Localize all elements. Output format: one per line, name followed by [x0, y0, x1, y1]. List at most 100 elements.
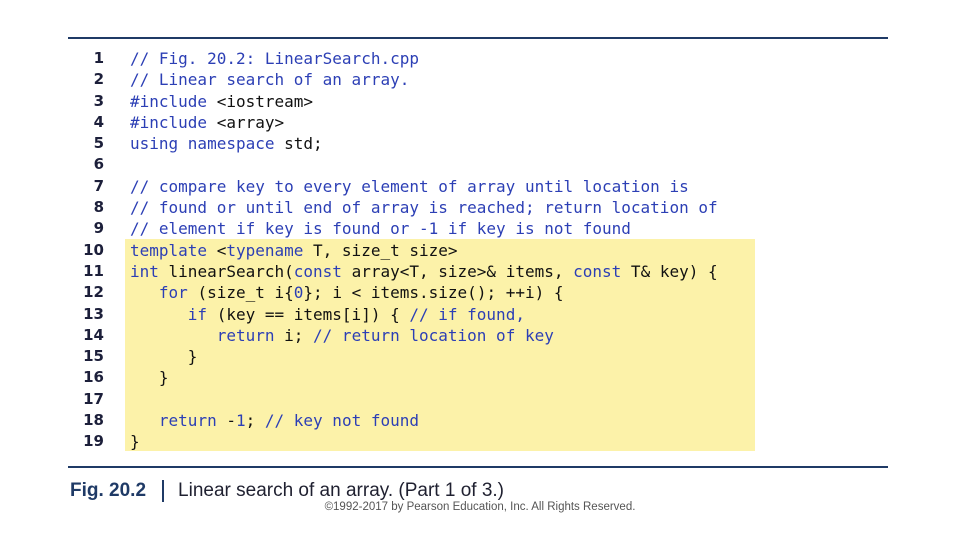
code-token: T, size_t size> [303, 240, 458, 260]
code-line: 18 return -1; // key not found [70, 410, 770, 431]
code-token: < [207, 240, 227, 260]
code-token: array<T, size>& items, [341, 261, 574, 281]
line-number: 6 [93, 155, 104, 174]
code-line: 12 for (size_t i{0}; i < items.size(); +… [70, 282, 770, 303]
code-token: - [216, 411, 236, 431]
code-token: } [130, 432, 140, 452]
code-comment: // compare key to every element of array… [130, 176, 689, 196]
line-number: 1 [93, 49, 104, 67]
code-text: int linearSearch(const array<T, size>& i… [130, 261, 718, 282]
code-line: 5 using namespace std; [70, 133, 770, 154]
code-text: for (size_t i{0}; i < items.size(); ++i)… [130, 282, 564, 303]
code-line: 2 // Linear search of an array. [70, 69, 770, 90]
code-text: // found or until end of array is reache… [130, 197, 718, 218]
caption-text: Linear search of an array. (Part 1 of 3.… [178, 480, 504, 501]
code-token: }; i < items.size(); ++i) { [303, 283, 564, 303]
code-line: 8 // found or until end of array is reach… [70, 197, 770, 218]
code-line: 10 template <typename T, size_t size> [70, 240, 770, 261]
code-token: i; [274, 325, 314, 345]
code-text: #include <array> [130, 112, 284, 133]
code-text: // Linear search of an array. [130, 69, 409, 90]
code-text: template <typename T, size_t size> [130, 240, 458, 261]
line-number: 15 [83, 347, 104, 366]
code-line: 19} [70, 431, 770, 452]
line-number: 19 [83, 432, 104, 451]
code-keyword: return [216, 325, 275, 345]
code-text: return -1; // key not found [130, 410, 419, 431]
line-number: 3 [93, 91, 104, 110]
line-number: 7 [93, 176, 104, 195]
code-token: T& key) { [621, 261, 718, 281]
line-number: 4 [93, 112, 104, 131]
line-number: 12 [83, 283, 104, 302]
code-line: 4 #include <array> [70, 112, 770, 133]
code-line: 9 // element if key is found or -1 if key… [70, 218, 770, 239]
code-keyword: for [158, 283, 188, 303]
code-comment: // found or until end of array is reache… [130, 198, 718, 218]
code-listing: 1 // Fig. 20.2: LinearSearch.cpp 2 // Linea… [70, 48, 770, 453]
code-line: 7 // compare key to every element of arra… [70, 176, 770, 197]
code-line: 15 } [70, 346, 770, 367]
code-line: 13 if (key == items[i]) { // if found, [70, 304, 770, 325]
code-line: 1 // Fig. 20.2: LinearSearch.cpp [70, 48, 770, 69]
code-line: 17 [70, 389, 770, 410]
code-token: <iostream> [207, 91, 314, 111]
line-number: 10 [83, 240, 104, 259]
line-number: 14 [83, 325, 104, 344]
code-token: } [130, 368, 169, 388]
line-number: 17 [83, 389, 104, 408]
code-keyword: int [130, 261, 159, 281]
code-text: #include <iostream> [130, 91, 313, 112]
code-number: 0 [293, 283, 304, 303]
code-line: 3 #include <iostream> [70, 91, 770, 112]
code-text: if (key == items[i]) { // if found, [130, 304, 525, 325]
code-keyword: return [158, 411, 217, 431]
code-token: } [130, 347, 198, 367]
code-text: // element if key is found or -1 if key … [130, 218, 631, 239]
code-text: // Fig. 20.2: LinearSearch.cpp [130, 48, 419, 69]
figure-number: Fig. 20.2 [70, 480, 147, 501]
code-keyword: #include [130, 112, 208, 132]
copyright-notice: ©1992-2017 by Pearson Education, Inc. Al… [324, 501, 636, 513]
code-line: 6 [70, 154, 770, 175]
line-number: 2 [93, 70, 104, 89]
code-token: ; [245, 411, 265, 431]
line-number: 13 [83, 304, 104, 323]
code-comment: // Linear search of an array. [130, 70, 410, 90]
code-comment: // key not found [264, 411, 419, 431]
bottom-rule [68, 466, 888, 468]
code-comment: // Fig. 20.2: LinearSearch.cpp [130, 49, 419, 68]
line-number: 8 [93, 198, 104, 217]
code-comment: // if found, [409, 304, 525, 324]
code-text: } [130, 346, 198, 367]
line-number: 5 [93, 134, 104, 153]
code-keyword: #include [130, 91, 208, 111]
code-keyword: const [573, 261, 622, 281]
code-token: <array> [207, 112, 285, 132]
code-line: 11 int linearSearch(const array<T, size>&… [70, 261, 770, 282]
code-text: return i; // return location of key [130, 325, 554, 346]
code-keyword: typename [226, 240, 304, 260]
code-keyword: template [130, 240, 208, 260]
code-text: // compare key to every element of array… [130, 176, 689, 197]
code-number: 1 [235, 411, 246, 431]
code-keyword: const [293, 261, 342, 281]
code-text: } [130, 367, 169, 388]
code-line: 14 return i; // return location of key [70, 325, 770, 346]
code-token: (key == items[i]) { [207, 304, 410, 324]
line-number: 16 [83, 368, 104, 387]
code-text: using namespace std; [130, 133, 323, 154]
top-rule [68, 37, 888, 39]
code-keyword: if [187, 304, 208, 324]
line-number: 11 [83, 261, 104, 280]
line-number: 9 [93, 219, 104, 238]
code-comment: // return location of key [313, 325, 554, 345]
line-number: 18 [83, 411, 104, 430]
code-keyword: using namespace [130, 134, 275, 154]
code-token: (size_t i{ [187, 283, 294, 303]
code-text: } [130, 431, 140, 452]
